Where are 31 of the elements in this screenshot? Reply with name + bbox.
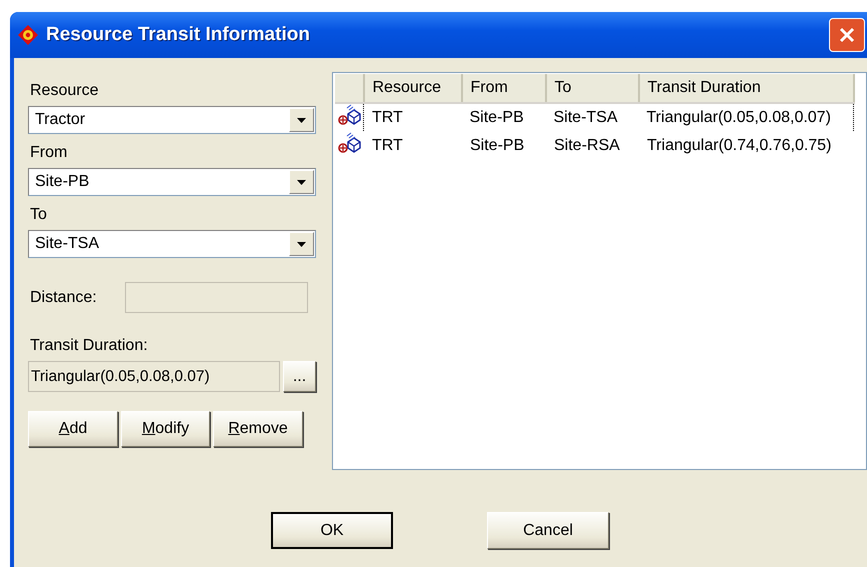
app-logo-icon bbox=[18, 25, 38, 45]
table-cell-text: Site-PB bbox=[469, 136, 526, 156]
dropdown-field[interactable]: Site-PB bbox=[28, 168, 316, 196]
window-title: Resource Transit Information bbox=[46, 24, 310, 46]
field-label: Distance: bbox=[30, 288, 97, 306]
column-header[interactable]: From bbox=[462, 74, 546, 103]
table-cell: Site-TSA bbox=[546, 103, 638, 132]
table-cell-text: TRT bbox=[371, 136, 404, 156]
action-button[interactable]: Modify bbox=[121, 411, 210, 447]
field-label: Resource bbox=[30, 82, 100, 100]
dialog-button[interactable]: Cancel bbox=[487, 512, 609, 549]
table-cell-text: Site-RSA bbox=[553, 136, 621, 156]
table-cell-text: Triangular(0.74,0.76,0.75) bbox=[646, 136, 832, 156]
browse-button[interactable]: ... bbox=[283, 361, 316, 392]
action-button[interactable]: Remove bbox=[213, 411, 303, 447]
close-icon[interactable] bbox=[839, 27, 855, 43]
resource-icon bbox=[338, 104, 362, 126]
column-header[interactable]: Resource bbox=[364, 74, 462, 103]
field-label: To bbox=[30, 206, 48, 224]
dropdown-field[interactable]: Site-TSA bbox=[28, 230, 316, 258]
dropdown-field[interactable]: Tractor bbox=[28, 106, 316, 134]
close-button[interactable] bbox=[829, 18, 865, 52]
field-label: Transit Duration: bbox=[30, 337, 149, 355]
action-button[interactable]: Add bbox=[28, 411, 118, 447]
dialog-button[interactable]: OK bbox=[271, 512, 393, 549]
table-cell: Site-PB bbox=[462, 103, 546, 132]
transit-duration-field[interactable]: Triangular(0.05,0.08,0.07) bbox=[28, 361, 280, 392]
resource-icon bbox=[338, 132, 362, 154]
column-header[interactable]: To bbox=[546, 74, 638, 103]
field-label: From bbox=[30, 144, 68, 162]
column-header[interactable]: Transit Duration bbox=[638, 74, 854, 103]
